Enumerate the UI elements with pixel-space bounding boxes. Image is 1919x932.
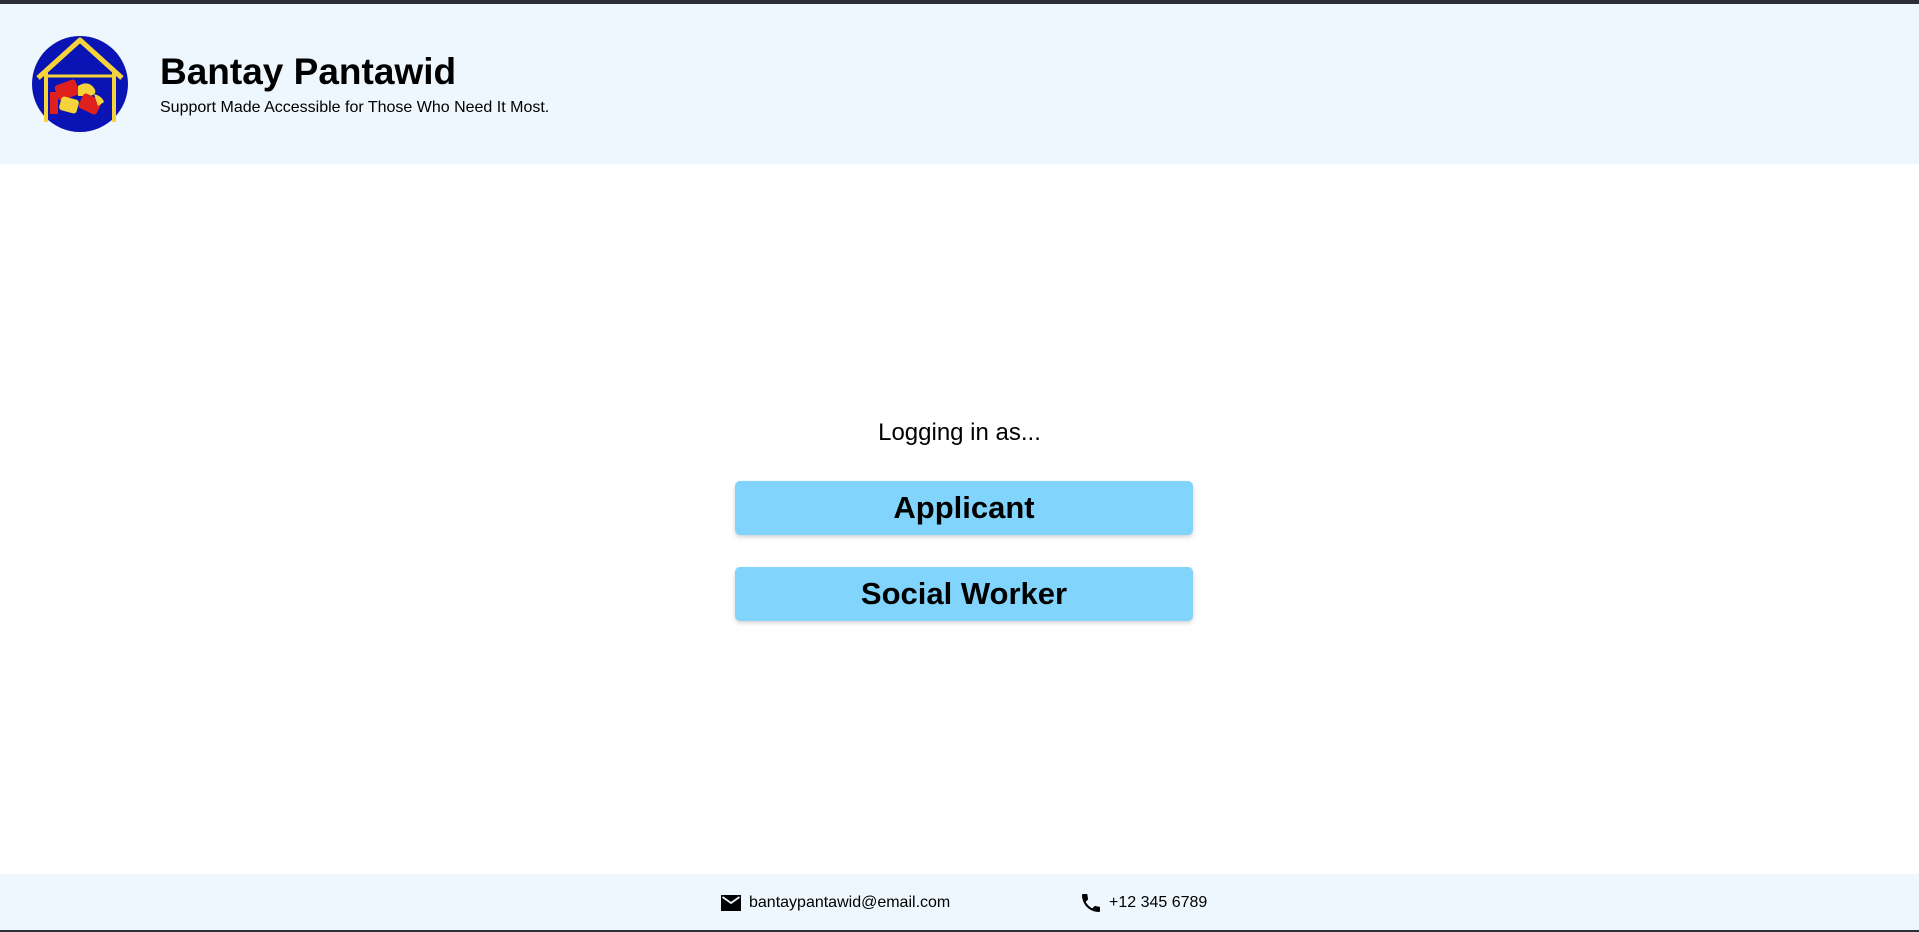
contact-email[interactable]: bantaypantawid@email.com — [719, 891, 950, 915]
site-tagline: Support Made Accessible for Those Who Ne… — [160, 99, 550, 116]
site-footer: bantaypantawid@email.com +12 345 6789 — [0, 874, 1919, 932]
phone-icon — [1079, 891, 1103, 915]
site-header: Bantay Pantawid Support Made Accessible … — [0, 4, 1919, 164]
email-text: bantaypantawid@email.com — [749, 894, 951, 911]
login-prompt: Logging in as... — [878, 419, 1041, 446]
contact-phone[interactable]: +12 345 6789 — [1079, 891, 1207, 915]
login-role-selection: Logging in as... Applicant Social Worker — [0, 164, 1919, 874]
applicant-button[interactable]: Applicant — [735, 481, 1193, 535]
house-hands-logo-icon[interactable] — [32, 36, 128, 132]
phone-text: +12 345 6789 — [1109, 894, 1208, 911]
social-worker-button[interactable]: Social Worker — [735, 567, 1193, 621]
site-title: Bantay Pantawid — [160, 51, 457, 92]
mail-icon — [719, 891, 743, 915]
brand: Bantay Pantawid Support Made Accessible … — [160, 52, 549, 118]
